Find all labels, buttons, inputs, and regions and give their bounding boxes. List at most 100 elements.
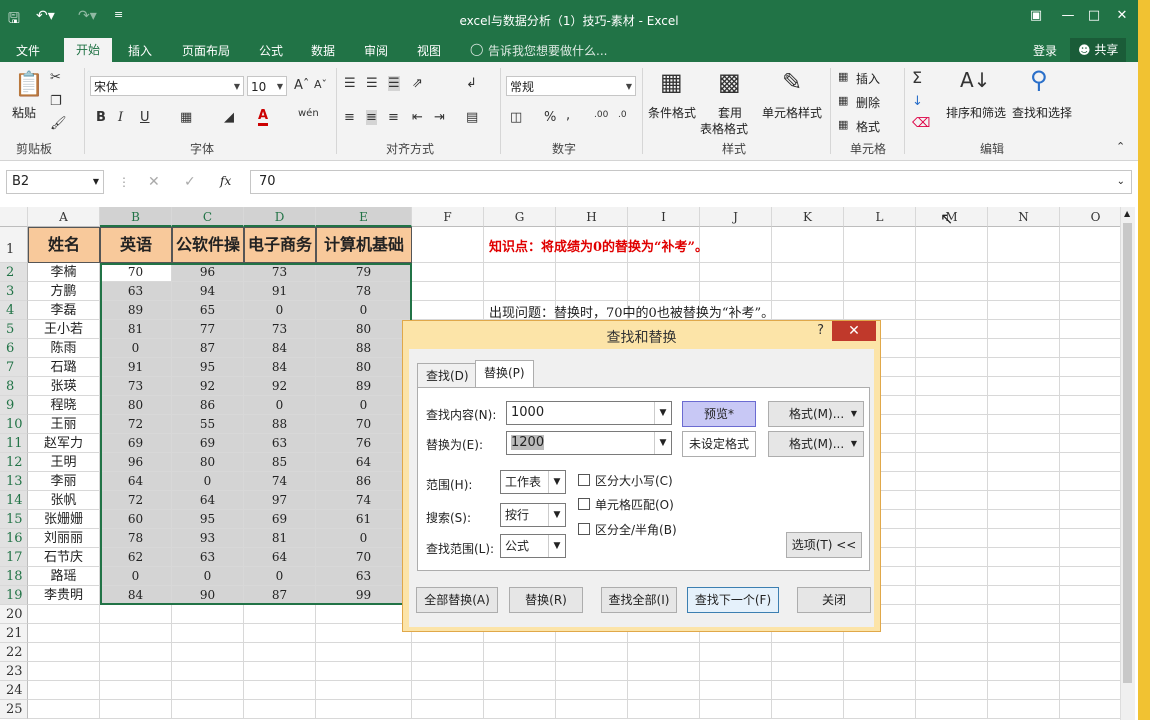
phonetic-icon[interactable]: wén bbox=[298, 108, 319, 119]
preview-button[interactable]: 预览* bbox=[682, 401, 756, 427]
table-cell[interactable]: 74 bbox=[316, 491, 412, 510]
grid-cell[interactable] bbox=[244, 662, 316, 681]
grid-cell[interactable] bbox=[100, 681, 172, 700]
grid-cell[interactable] bbox=[916, 605, 988, 624]
table-cell[interactable]: 赵军力 bbox=[28, 434, 100, 453]
grid-cell[interactable] bbox=[988, 301, 1060, 320]
row-header[interactable]: 6 bbox=[0, 339, 28, 358]
table-cell[interactable]: 62 bbox=[100, 548, 172, 567]
increase-indent-icon[interactable]: ⇥ bbox=[434, 110, 445, 125]
grid-cell[interactable] bbox=[412, 263, 484, 282]
grid-cell[interactable] bbox=[244, 624, 316, 643]
clear-icon[interactable]: ⌫ bbox=[912, 116, 930, 131]
grid-cell[interactable] bbox=[484, 263, 556, 282]
conditional-format-icon[interactable]: ▦ bbox=[660, 68, 683, 96]
close-button[interactable]: 关闭 bbox=[797, 587, 871, 613]
grid-cell[interactable] bbox=[412, 700, 484, 719]
shrink-font-icon[interactable]: Aˇ bbox=[314, 78, 327, 91]
grid-cell[interactable] bbox=[916, 529, 988, 548]
table-cell[interactable]: 73 bbox=[244, 263, 316, 282]
enter-icon[interactable]: ✓ bbox=[184, 174, 196, 190]
table-cell[interactable]: 64 bbox=[172, 491, 244, 510]
font-name-select[interactable]: 宋体 ▼ bbox=[90, 76, 244, 96]
table-cell[interactable]: 0 bbox=[172, 567, 244, 586]
table-cell[interactable]: 85 bbox=[244, 453, 316, 472]
cancel-icon[interactable]: ✕ bbox=[148, 174, 160, 190]
row-header[interactable]: 23 bbox=[0, 662, 28, 681]
format-button-find[interactable]: 格式(M)... ▼ bbox=[768, 401, 864, 427]
grid-cell[interactable] bbox=[916, 453, 988, 472]
grid-cell[interactable] bbox=[700, 263, 772, 282]
table-cell[interactable]: 70 bbox=[316, 415, 412, 434]
copy-icon[interactable]: ❐ bbox=[50, 94, 62, 109]
grid-cell[interactable] bbox=[916, 586, 988, 605]
table-cell[interactable]: 77 bbox=[172, 320, 244, 339]
help-button[interactable]: ? bbox=[817, 323, 824, 338]
grid-cell[interactable] bbox=[244, 643, 316, 662]
delete-cells-button[interactable]: 删除 bbox=[856, 94, 880, 111]
grid-cell[interactable] bbox=[844, 263, 916, 282]
minimize-icon[interactable]: — bbox=[1056, 8, 1080, 23]
grid-cell[interactable] bbox=[916, 662, 988, 681]
replace-button[interactable]: 替换(R) bbox=[509, 587, 583, 613]
table-cell[interactable]: 91 bbox=[100, 358, 172, 377]
table-cell[interactable]: 李贵明 bbox=[28, 586, 100, 605]
grid-cell[interactable] bbox=[988, 358, 1060, 377]
grid-cell[interactable] bbox=[556, 681, 628, 700]
grid-cell[interactable] bbox=[988, 472, 1060, 491]
grid-cell[interactable] bbox=[916, 263, 988, 282]
grid-cell[interactable] bbox=[100, 662, 172, 681]
table-cell[interactable]: 95 bbox=[172, 510, 244, 529]
table-cell[interactable]: 89 bbox=[100, 301, 172, 320]
orientation-icon[interactable]: ⇗ bbox=[412, 76, 423, 91]
align-bottom-icon[interactable]: ☰ bbox=[388, 76, 400, 91]
grid-cell[interactable] bbox=[988, 491, 1060, 510]
align-top-icon[interactable]: ☰ bbox=[344, 76, 356, 91]
column-header[interactable]: K bbox=[772, 207, 844, 227]
table-cell[interactable]: 0 bbox=[172, 472, 244, 491]
paste-button[interactable]: 粘贴 bbox=[12, 104, 36, 121]
column-header[interactable]: N bbox=[988, 207, 1060, 227]
grid-cell[interactable] bbox=[484, 643, 556, 662]
increase-decimal-icon[interactable]: .00 bbox=[594, 110, 608, 120]
autosum-icon[interactable]: Σ bbox=[912, 68, 922, 87]
login-link[interactable]: 登录 bbox=[1033, 42, 1057, 59]
table-header-cell[interactable]: 计算机基础 bbox=[316, 227, 412, 263]
row-header[interactable]: 15 bbox=[0, 510, 28, 529]
grid-cell[interactable] bbox=[916, 227, 988, 263]
grid-cell[interactable] bbox=[988, 339, 1060, 358]
chevron-down-icon[interactable]: ▼ bbox=[654, 402, 671, 424]
grid-cell[interactable] bbox=[844, 301, 916, 320]
grid-cell[interactable] bbox=[28, 700, 100, 719]
grid-cell[interactable] bbox=[172, 643, 244, 662]
table-cell[interactable]: 88 bbox=[244, 415, 316, 434]
table-cell[interactable]: 64 bbox=[244, 548, 316, 567]
row-header[interactable]: 11 bbox=[0, 434, 28, 453]
grid-cell[interactable] bbox=[772, 263, 844, 282]
grid-cell[interactable] bbox=[988, 548, 1060, 567]
grid-cell[interactable] bbox=[316, 662, 412, 681]
table-cell[interactable]: 方鹏 bbox=[28, 282, 100, 301]
grid-cell[interactable] bbox=[316, 643, 412, 662]
table-cell[interactable]: 0 bbox=[244, 567, 316, 586]
grid-cell[interactable] bbox=[412, 662, 484, 681]
scroll-thumb[interactable] bbox=[1123, 223, 1132, 683]
fill-color-icon[interactable]: ◢ bbox=[224, 110, 234, 125]
decrease-indent-icon[interactable]: ⇤ bbox=[412, 110, 423, 125]
grid-cell[interactable] bbox=[916, 624, 988, 643]
collapse-ribbon-icon[interactable]: ⌃ bbox=[1116, 140, 1125, 153]
table-cell[interactable]: 程晓 bbox=[28, 396, 100, 415]
row-header[interactable]: 16 bbox=[0, 529, 28, 548]
grid-cell[interactable] bbox=[556, 700, 628, 719]
find-select-icon[interactable]: ⚲ bbox=[1030, 66, 1048, 94]
column-header[interactable]: I bbox=[628, 207, 700, 227]
row-header[interactable]: 18 bbox=[0, 567, 28, 586]
column-header[interactable]: G bbox=[484, 207, 556, 227]
table-cell[interactable]: 96 bbox=[100, 453, 172, 472]
formula-input[interactable]: 70 ⌄ bbox=[250, 170, 1132, 194]
table-format-line2[interactable]: 表格格式 bbox=[700, 120, 748, 137]
row-header[interactable]: 1 bbox=[0, 227, 28, 263]
format-button-replace[interactable]: 格式(M)... ▼ bbox=[768, 431, 864, 457]
tab-data[interactable]: 数据 bbox=[311, 42, 335, 59]
grid-cell[interactable] bbox=[988, 700, 1060, 719]
